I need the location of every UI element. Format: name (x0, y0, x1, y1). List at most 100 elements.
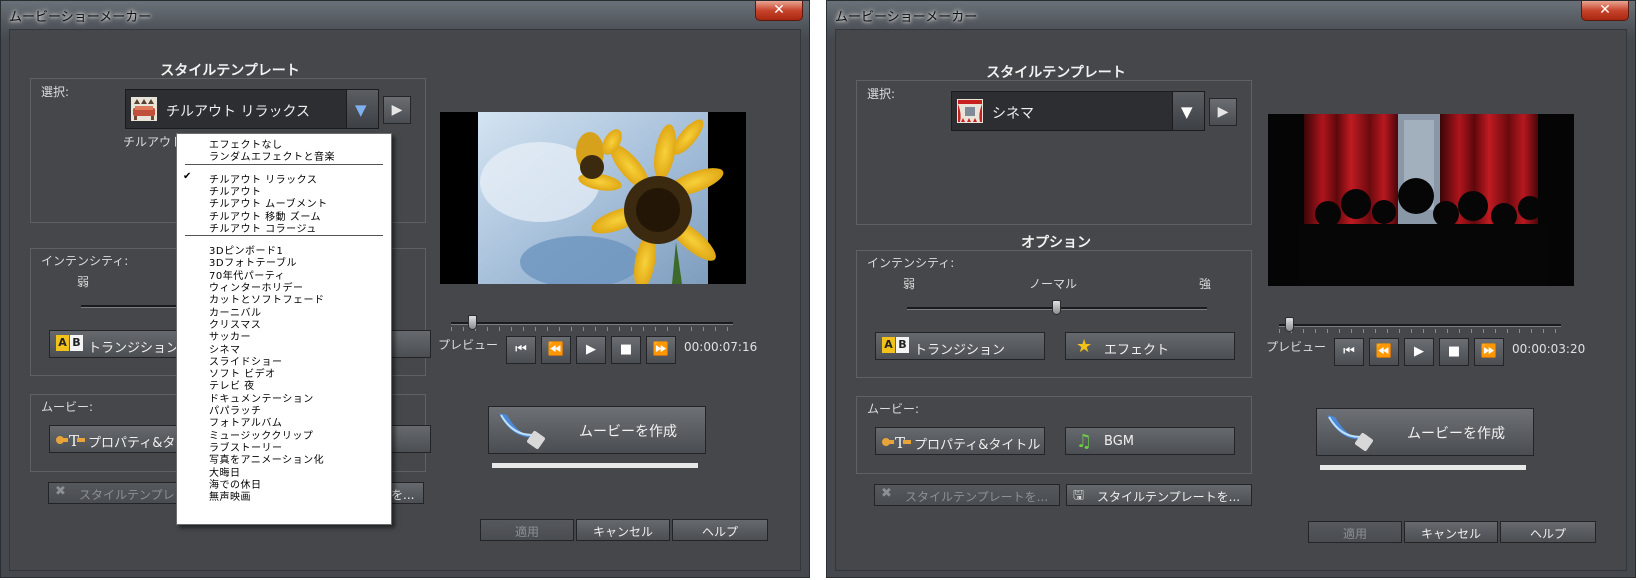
dropdown-item[interactable]: チルアウト コラージュ (209, 220, 317, 235)
dropdown-item[interactable]: 無声映画 (209, 488, 251, 503)
template-combobox[interactable]: チルアウト リラックス ▼ (125, 89, 379, 129)
help-label: ヘルプ (1529, 527, 1566, 541)
template-preview-play-button[interactable]: ▶ (1209, 98, 1237, 126)
fast-forward-button[interactable]: ⏩ (1474, 338, 1504, 366)
skip-to-start-button[interactable]: ⏮ (506, 336, 536, 364)
cancel-button[interactable]: キャンセル (1404, 521, 1498, 543)
save-style-template-label: スタイルテンプレートを... (1097, 490, 1241, 504)
skip-to-start-button[interactable]: ⏮ (1334, 338, 1364, 366)
selected-template-value: シネマ (992, 106, 1034, 122)
play-icon: ▶ (1217, 104, 1229, 120)
movie-show-maker-window-left: ムービーショーメーカー ✕ スタイルテンプレート 選択: チルアウト リラックス… (0, 0, 810, 578)
title-bar[interactable]: ムービーショーメーカー ✕ (1, 1, 809, 29)
preview-time: 00:00:03:20 (1512, 342, 1586, 356)
properties-tools-icon: T (56, 432, 85, 450)
style-template-group: 選択: シネマ ▼ ▶ (856, 80, 1252, 225)
dropdown-item[interactable]: ランダムエフェクトと音楽 (209, 148, 335, 163)
make-movie-button[interactable]: ムービーを作成 (488, 406, 706, 454)
triangle-down-icon: ▼ (355, 101, 367, 119)
transition-ab-icon: AB (56, 335, 86, 355)
template-dropdown-list[interactable]: エフェクトなし ランダムエフェクトと音楽 チルアウト リラックス ✔ チルアウト チルアウ… (176, 133, 392, 525)
properties-button-label: プロパティ&タイトル (914, 438, 1041, 453)
load-style-template-button[interactable]: ✖ スタイルテンプレ (48, 482, 188, 504)
intensity-normal-label: ノーマル (1029, 277, 1078, 291)
make-movie-progress (1320, 465, 1526, 470)
close-button[interactable]: ✕ (1581, 1, 1629, 21)
music-note-icon: ♫ (1076, 431, 1093, 452)
transition-ab-icon: AB (882, 337, 912, 357)
load-style-template-label: スタイルテンプレ (79, 488, 175, 502)
checkmark-icon: ✔ (183, 170, 192, 182)
combobox-dropdown-button[interactable]: ▼ (1172, 92, 1204, 130)
dropdown-separator (185, 163, 383, 165)
effect-button[interactable]: ★ エフェクト (1065, 332, 1235, 360)
rewind-icon: ⏪ (547, 342, 565, 357)
make-movie-button[interactable]: ムービーを作成 (1316, 408, 1534, 456)
preview-position-thumb[interactable] (1285, 317, 1294, 332)
transport-controls: ⏮ ⏪ ▶ ■ ⏩ (1334, 338, 1504, 366)
skip-back-icon: ⏮ (1343, 344, 1355, 359)
help-button[interactable]: ヘルプ (1500, 521, 1596, 543)
transition-button-label: トランジション (88, 341, 180, 356)
window-title: ムービーショーメーカー (835, 10, 978, 25)
save-style-template-button[interactable]: 🖫 スタイルテンプレートを... (1066, 484, 1252, 506)
play-icon: ▶ (1414, 344, 1424, 359)
bgm-button[interactable]: ♫ BGM (1065, 427, 1235, 455)
make-movie-label: ムービーを作成 (1407, 426, 1505, 442)
cinema-template-icon (957, 99, 983, 123)
bgm-button-label: BGM (1104, 434, 1134, 449)
close-icon: ✕ (773, 2, 785, 18)
intensity-slider-thumb[interactable] (1052, 300, 1061, 315)
dropdown-separator (185, 235, 383, 237)
preview-position-track[interactable] (1279, 324, 1561, 327)
dialog-client: スタイルテンプレート 選択: チルアウト リラックス ▼ ▶ チルアウト インテ… (9, 29, 801, 571)
movie-show-maker-window-right: ムービーショーメーカー ✕ スタイルテンプレート 選択: シネマ ▼ ▶ オプシ… (826, 0, 1636, 578)
make-movie-label: ムービーを作成 (579, 424, 677, 440)
movie-label: ムービー: (41, 400, 94, 414)
help-button[interactable]: ヘルプ (672, 519, 768, 541)
intensity-label: インテンシティ: (41, 254, 129, 268)
stop-button[interactable]: ■ (1439, 338, 1469, 366)
stop-icon: ■ (1447, 344, 1461, 359)
apply-button[interactable]: 適用 (480, 519, 574, 541)
preview-sunflower-image (440, 112, 746, 284)
transition-button[interactable]: AB トランジション (875, 332, 1045, 360)
selected-template-value: チルアウト リラックス (166, 104, 311, 120)
triangle-down-icon: ▼ (1181, 103, 1193, 121)
play-icon: ▶ (391, 102, 403, 118)
make-movie-icon (1327, 415, 1373, 451)
preview-cinema-image (1268, 114, 1574, 286)
properties-title-button[interactable]: T プロパティ&タイトル (875, 427, 1045, 455)
play-button[interactable]: ▶ (1404, 338, 1434, 366)
movie-group: ムービー: T プロパティ&タイトル ♫ BGM (856, 396, 1252, 474)
movie-label: ムービー: (867, 402, 920, 416)
apply-label: 適用 (1342, 527, 1367, 541)
combobox-dropdown-button[interactable]: ▼ (346, 90, 378, 128)
select-label: 選択: (867, 87, 896, 101)
fast-forward-button[interactable]: ⏩ (646, 336, 676, 364)
transport-controls: ⏮ ⏪ ▶ ■ ⏩ (506, 336, 676, 364)
stop-button[interactable]: ■ (611, 336, 641, 364)
style-template-header: スタイルテンプレート (986, 65, 1126, 81)
title-bar[interactable]: ムービーショーメーカー ✕ (827, 1, 1635, 29)
intensity-weak-label: 弱 (77, 275, 90, 289)
rewind-button[interactable]: ⏪ (1369, 338, 1399, 366)
intensity-label: インテンシティ: (867, 256, 955, 270)
close-button[interactable]: ✕ (755, 1, 803, 21)
effect-button-label: エフェクト (1104, 343, 1170, 358)
star-icon: ★ (1076, 336, 1093, 357)
rewind-button[interactable]: ⏪ (541, 336, 571, 364)
load-style-template-button[interactable]: ✖ スタイルテンプレートを... (874, 484, 1060, 506)
play-button[interactable]: ▶ (576, 336, 606, 364)
preview-position-track[interactable] (451, 322, 733, 325)
template-preview-play-button[interactable]: ▶ (383, 96, 411, 124)
stop-icon: ■ (619, 342, 633, 357)
properties-tools-icon: T (882, 434, 911, 452)
cancel-button[interactable]: キャンセル (576, 519, 670, 541)
template-combobox[interactable]: シネマ ▼ (951, 91, 1205, 131)
preview-position-thumb[interactable] (468, 315, 477, 330)
intensity-strong-label: 強 (1199, 277, 1212, 291)
window-title: ムービーショーメーカー (9, 10, 152, 25)
apply-button[interactable]: 適用 (1308, 521, 1402, 543)
fast-forward-icon: ⏩ (652, 342, 670, 357)
